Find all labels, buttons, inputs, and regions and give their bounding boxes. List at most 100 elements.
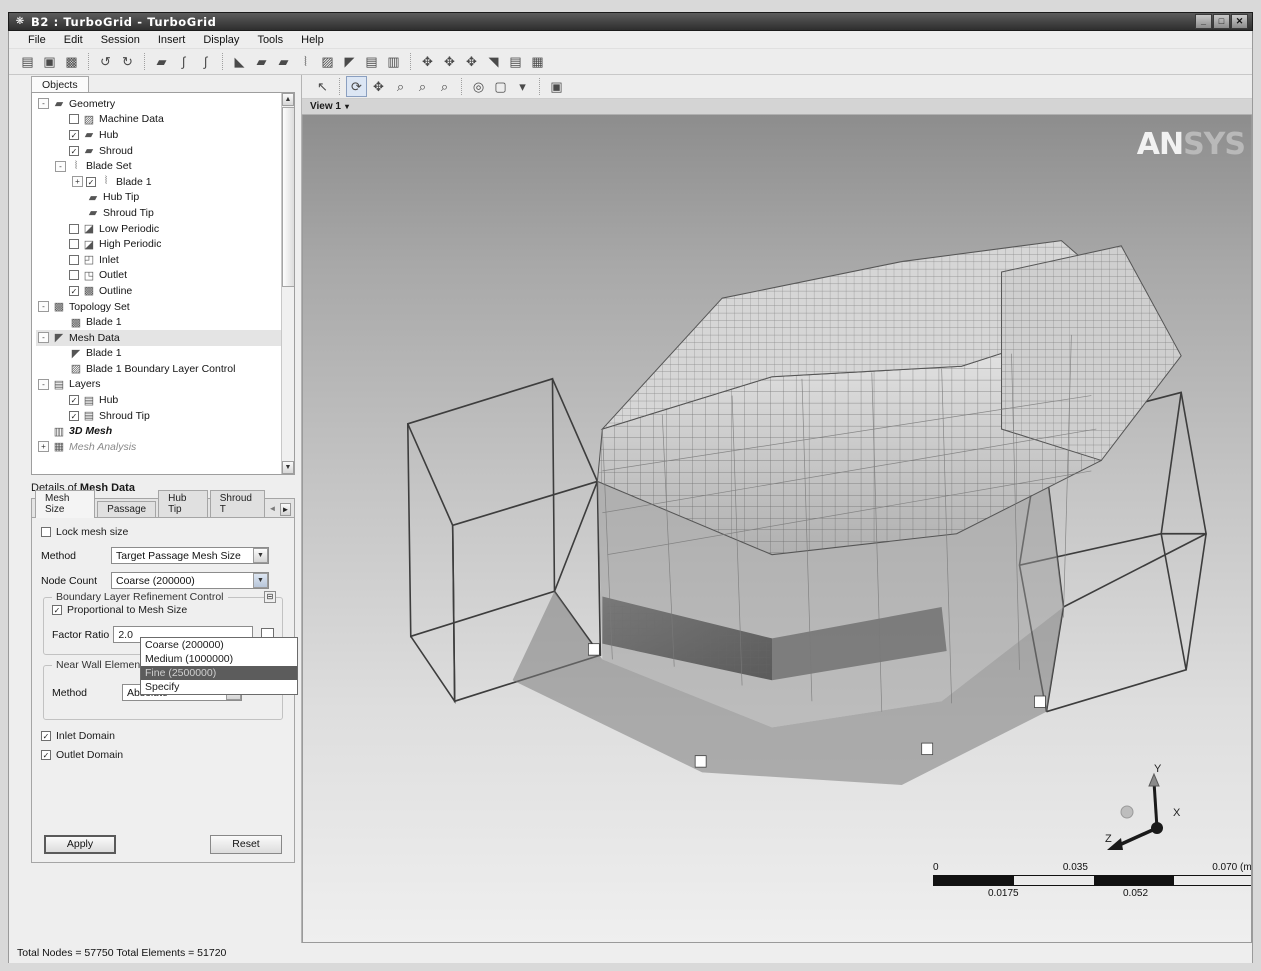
tree-item[interactable]: -▩Topology Set [36, 299, 294, 315]
undo-icon[interactable]: ↺ [95, 51, 116, 72]
mesh-stats-icon[interactable]: ✥ [461, 51, 482, 72]
tree-item[interactable]: ▰Shroud Tip [36, 205, 294, 221]
chevron-down-icon[interactable]: ▼ [253, 573, 268, 588]
method-select[interactable]: Target Passage Mesh Size ▼ [111, 547, 269, 564]
details-tab-passage[interactable]: Passage [97, 501, 156, 517]
tree-item[interactable]: ✓▩Outline [36, 283, 294, 299]
chevron-down-icon[interactable]: ▾ [345, 102, 349, 111]
pan-icon[interactable]: ✥ [368, 76, 389, 97]
blade-icon[interactable]: ◣ [229, 51, 250, 72]
details-tab-shroud-t[interactable]: Shroud T [210, 490, 265, 517]
node-count-select[interactable]: Coarse (200000) ▼ [111, 572, 269, 589]
minimize-button[interactable]: _ [1195, 14, 1212, 29]
save-icon[interactable]: ▤ [17, 51, 38, 72]
apply-button[interactable]: Apply [44, 835, 116, 854]
collapse-icon[interactable]: - [55, 161, 66, 172]
scroll-down-icon[interactable]: ▼ [282, 461, 294, 474]
tree-item[interactable]: ◤Blade 1 [36, 346, 294, 362]
tree-item-checkbox[interactable]: ✓ [69, 130, 79, 140]
inlet-domain-row[interactable]: ✓ Inlet Domain [41, 730, 285, 742]
lock-mesh-size-checkbox[interactable] [41, 527, 51, 537]
tree-scrollbar[interactable]: ▲ ▼ [281, 93, 294, 474]
3d-viewport[interactable]: ANSYS [302, 115, 1252, 943]
tree-item[interactable]: -▤Layers [36, 377, 294, 393]
select-cursor-icon[interactable]: ↖ [312, 76, 333, 97]
collapse-icon[interactable]: - [38, 98, 49, 109]
dropdown-option[interactable]: Specify [141, 680, 297, 694]
expand-icon[interactable]: + [38, 441, 49, 452]
save-mesh-icon[interactable]: ▤ [505, 51, 526, 72]
tab-scroll-left-icon[interactable]: ◄ [267, 503, 278, 516]
fit-view-icon[interactable]: ◎ [468, 76, 489, 97]
analysis-icon[interactable]: ▦ [527, 51, 548, 72]
proportional-row[interactable]: ✓ Proportional to Mesh Size [52, 604, 274, 616]
menu-item-edit[interactable]: Edit [55, 32, 92, 48]
tree-item[interactable]: -◤Mesh Data [36, 330, 294, 346]
rotate-icon[interactable]: ⟳ [346, 76, 367, 97]
tree-item[interactable]: ▨Blade 1 Boundary Layer Control [36, 361, 294, 377]
tree-item-checkbox[interactable]: ✓ [69, 411, 79, 421]
tab-objects[interactable]: Objects [31, 76, 89, 93]
chevron-down-icon[interactable]: ▼ [253, 548, 268, 563]
topology-icon[interactable]: ▨ [317, 51, 338, 72]
viewport-layout-dropdown-icon[interactable]: ▾ [512, 76, 533, 97]
mesh-data-icon[interactable]: ◤ [339, 51, 360, 72]
tree-item[interactable]: ✓▤Shroud Tip [36, 408, 294, 424]
tree-item-checkbox[interactable]: ✓ [69, 395, 79, 405]
tree-item[interactable]: ✓▰Hub [36, 127, 294, 143]
outlet-domain-checkbox[interactable]: ✓ [41, 750, 51, 760]
lock-mesh-size-row[interactable]: Lock mesh size [41, 526, 285, 538]
tree-item-checkbox[interactable] [69, 270, 79, 280]
tree-item-checkbox[interactable] [69, 255, 79, 265]
menu-item-help[interactable]: Help [292, 32, 333, 48]
expand-icon[interactable]: + [72, 176, 83, 187]
outlet-domain-row[interactable]: ✓ Outlet Domain [41, 749, 285, 761]
menu-item-display[interactable]: Display [194, 32, 248, 48]
tree-item[interactable]: ✓▰Shroud [36, 143, 294, 159]
mesh-3d-icon[interactable]: ▥ [383, 51, 404, 72]
tree-item[interactable]: +▦Mesh Analysis [36, 439, 294, 455]
redo-icon[interactable]: ↻ [117, 51, 138, 72]
menu-item-session[interactable]: Session [92, 32, 149, 48]
tree-item-checkbox[interactable]: ✓ [69, 286, 79, 296]
curve-alt-icon[interactable]: ∫ [195, 51, 216, 72]
tree-item[interactable]: -⦚Blade Set [36, 158, 294, 174]
mesh-quality-icon[interactable]: ✥ [439, 51, 460, 72]
shroud-icon[interactable]: ▰ [273, 51, 294, 72]
tree-item-checkbox[interactable] [69, 239, 79, 249]
scroll-thumb[interactable] [282, 107, 295, 287]
collapse-icon[interactable]: - [38, 379, 49, 390]
snapshot-icon[interactable]: ▣ [546, 76, 567, 97]
new-document-icon[interactable]: ▣ [39, 51, 60, 72]
tree-item[interactable]: ◳Outlet [36, 268, 294, 284]
tree-item[interactable]: ▥3D Mesh [36, 423, 294, 439]
proportional-checkbox[interactable]: ✓ [52, 605, 62, 615]
machine-data-icon[interactable]: ▰ [151, 51, 172, 72]
collapse-icon[interactable]: - [38, 332, 49, 343]
tree-item[interactable]: ◪Low Periodic [36, 221, 294, 237]
scroll-up-icon[interactable]: ▲ [282, 93, 294, 106]
zoom-box-icon[interactable]: ⌕ [390, 76, 411, 97]
close-button[interactable]: ✕ [1231, 14, 1248, 29]
dropdown-option[interactable]: Fine (2500000) [141, 666, 297, 680]
tree-item[interactable]: ✓▤Hub [36, 392, 294, 408]
collapse-icon[interactable]: - [38, 301, 49, 312]
tree-item[interactable]: ◪High Periodic [36, 236, 294, 252]
menu-item-file[interactable]: File [19, 32, 55, 48]
generate-mesh-icon[interactable]: ✥ [417, 51, 438, 72]
export-mesh-icon[interactable]: ◥ [483, 51, 504, 72]
tree-item-checkbox[interactable] [69, 224, 79, 234]
dropdown-option[interactable]: Coarse (200000) [141, 638, 297, 652]
inlet-domain-checkbox[interactable]: ✓ [41, 731, 51, 741]
tree-item[interactable]: ▩Blade 1 [36, 314, 294, 330]
tree-item[interactable]: ▰Hub Tip [36, 190, 294, 206]
viewport-layout-icon[interactable]: ▢ [490, 76, 511, 97]
blade-set-icon[interactable]: ⦚ [295, 51, 316, 72]
tree-item-checkbox[interactable]: ✓ [69, 146, 79, 156]
hub-icon[interactable]: ▰ [251, 51, 272, 72]
menu-item-tools[interactable]: Tools [248, 32, 292, 48]
tab-scroll-right-icon[interactable]: ► [280, 503, 291, 516]
tree-item-checkbox[interactable] [69, 114, 79, 124]
details-tab-hub-tip[interactable]: Hub Tip [158, 490, 208, 517]
tree-item[interactable]: +✓⦚Blade 1 [36, 174, 294, 190]
